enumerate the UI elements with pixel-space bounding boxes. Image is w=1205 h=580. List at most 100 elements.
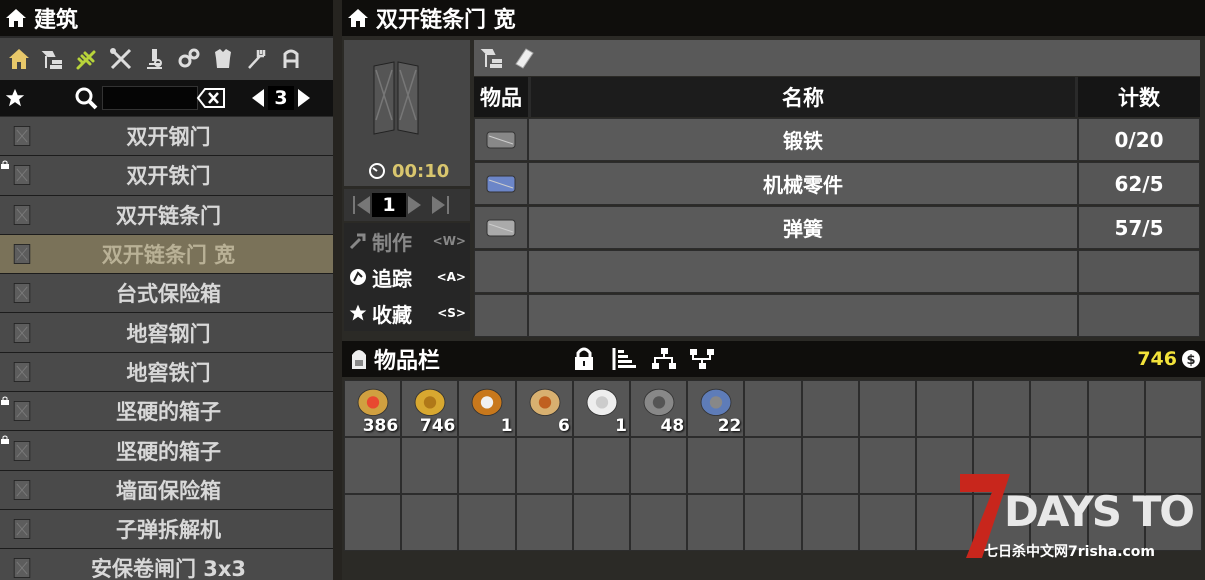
inventory-slot[interactable] [744, 380, 802, 437]
recipe-row[interactable]: 坚硬的箱子 [0, 392, 333, 432]
inventory-slot[interactable] [858, 437, 916, 494]
inventory-slot[interactable] [916, 494, 974, 551]
inventory-slot[interactable] [973, 437, 1031, 494]
action-key: <W> [432, 234, 466, 248]
category-tools-icon[interactable] [106, 43, 136, 75]
inventory-slot[interactable] [515, 437, 573, 494]
category-parts-icon[interactable] [174, 43, 204, 75]
craft-time: 00:10 [392, 161, 450, 182]
recipe-row[interactable]: 双开铁门 [0, 156, 333, 196]
inventory-slot[interactable]: 746 [401, 380, 459, 437]
inventory-slot[interactable] [1144, 494, 1202, 551]
quantity-max-icon[interactable] [430, 194, 454, 216]
ingredient-name [528, 294, 1078, 337]
recipe-row[interactable]: 坚硬的箱子 [0, 431, 333, 471]
inventory-slot[interactable] [572, 494, 630, 551]
action-track-button[interactable]: 追踪 <A> [344, 259, 470, 295]
inventory-slot[interactable] [630, 494, 688, 551]
inventory-slot[interactable] [458, 494, 516, 551]
recipe-row[interactable]: 地窖钢门 [0, 313, 333, 353]
ingredients-header: 物品 名称 计数 [474, 77, 1200, 117]
header-name: 名称 [528, 77, 1078, 117]
inventory-slot[interactable] [801, 437, 859, 494]
stack-to-container-icon[interactable] [650, 346, 678, 372]
inventory-slot[interactable] [973, 494, 1031, 551]
iron-cellar-door-icon [13, 361, 31, 382]
quantity-prev-icon[interactable] [348, 194, 372, 216]
recipe-label: 安保卷闸门 3x3 [90, 557, 247, 580]
inventory-slot[interactable] [801, 494, 859, 551]
inventory-slot[interactable] [744, 494, 802, 551]
wall-safe-icon [13, 479, 31, 500]
recipe-row[interactable]: 双开钢门 [0, 117, 333, 157]
action-label: 收藏 [372, 302, 412, 327]
quantity-value[interactable]: 1 [372, 193, 406, 217]
inventory-slot[interactable]: 1 [458, 380, 516, 437]
inventory-slot[interactable] [630, 437, 688, 494]
inventory-slot[interactable] [916, 437, 974, 494]
inventory-slot[interactable]: 48 [630, 380, 688, 437]
inventory-slot[interactable] [1087, 494, 1145, 551]
recipe-row[interactable]: 台式保险箱 [0, 274, 333, 314]
category-science-icon[interactable] [140, 43, 170, 75]
inventory-slot[interactable] [744, 437, 802, 494]
panel-header: 建筑 [0, 0, 333, 36]
action-craft-button[interactable]: 制作 <W> [344, 223, 470, 259]
category-food-icon[interactable] [242, 43, 272, 75]
category-crops-icon[interactable] [72, 43, 102, 75]
inventory-slot[interactable] [1087, 437, 1145, 494]
recipe-row[interactable]: 子弹拆解机 [0, 509, 333, 550]
category-block-icon[interactable] [38, 43, 68, 75]
inventory-slot[interactable] [458, 437, 516, 494]
inventory-slot[interactable] [344, 437, 402, 494]
inventory-slot[interactable]: 22 [687, 380, 745, 437]
inventory-slot[interactable] [1030, 380, 1088, 437]
inventory-slot[interactable] [1087, 380, 1145, 437]
recipe-row[interactable]: 双开链条门 宽 [0, 234, 333, 275]
inventory-slot[interactable]: 386 [344, 380, 402, 437]
recipe-row[interactable]: 安保卷闸门 3x3 [0, 549, 333, 580]
recipe-row[interactable]: 地窖铁门 [0, 352, 333, 393]
quantity-next-icon[interactable] [406, 194, 430, 216]
header-item: 物品 [480, 86, 522, 110]
inventory-slot[interactable] [1144, 380, 1202, 437]
inventory-slot[interactable] [858, 380, 916, 437]
inventory-slot[interactable] [1030, 494, 1088, 551]
sort-icon[interactable] [610, 346, 637, 372]
inventory-slot[interactable] [572, 437, 630, 494]
lock-icon [1, 396, 9, 406]
inventory-slot[interactable] [687, 494, 745, 551]
inventory-slot[interactable] [858, 494, 916, 551]
favorites-star-icon[interactable] [4, 87, 26, 109]
spring-icon [486, 219, 516, 236]
recipe-label: 双开链条门 宽 [101, 243, 236, 268]
inventory-slot[interactable] [401, 437, 459, 494]
category-home-icon[interactable] [4, 43, 34, 75]
inventory-slot[interactable]: 6 [515, 380, 573, 437]
inventory-slot[interactable] [1144, 437, 1202, 494]
page-prev-icon[interactable] [248, 87, 268, 109]
search-input[interactable] [102, 86, 198, 110]
inventory-slot[interactable]: 1 [572, 380, 630, 437]
recipe-book-icon[interactable] [512, 46, 536, 70]
recipe-row[interactable]: 墙面保险箱 [0, 470, 333, 510]
inventory-slot[interactable] [401, 494, 459, 551]
inventory-slot[interactable] [344, 494, 402, 551]
inventory-slot[interactable] [801, 380, 859, 437]
inventory-slot[interactable] [916, 380, 974, 437]
item-count: 22 [717, 416, 742, 436]
category-armor-icon[interactable] [208, 43, 238, 75]
inventory-slot[interactable] [1030, 437, 1088, 494]
inventory-slot[interactable] [973, 380, 1031, 437]
item-count: 1 [615, 416, 627, 436]
action-favorite-button[interactable]: 收藏 <S> [344, 295, 470, 331]
clear-search-icon[interactable] [196, 87, 226, 109]
lock-slots-icon[interactable] [572, 346, 596, 372]
page-next-icon[interactable] [294, 87, 314, 109]
category-furniture-icon[interactable] [276, 43, 306, 75]
build-hammer-icon[interactable] [480, 45, 506, 71]
recipe-row[interactable]: 双开链条门 [0, 195, 333, 235]
inventory-slot[interactable] [515, 494, 573, 551]
inventory-slot[interactable] [687, 437, 745, 494]
take-from-container-icon[interactable] [688, 346, 716, 372]
